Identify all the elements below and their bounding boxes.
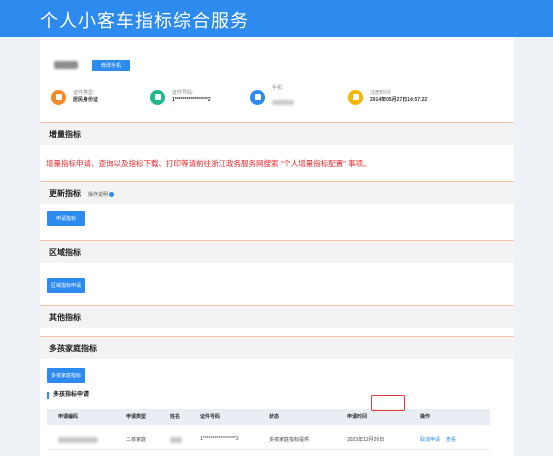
- section-multichild-title: 多孩家庭指标: [49, 344, 97, 353]
- col-header-type: 申请类型: [126, 414, 147, 420]
- info-id-number: 证件号码: 1*****************2: [150, 88, 211, 106]
- section-increment: 增量指标: [40, 122, 514, 145]
- col-header-id: 证件号码: [200, 414, 221, 420]
- id-number-label: 证件号码:: [172, 90, 194, 96]
- phone-icon: [250, 89, 265, 105]
- apply-regional-button[interactable]: 区域指标申请: [47, 278, 85, 293]
- info-phone: 手机:: [250, 84, 294, 106]
- id-type-label: 证件类型:: [73, 90, 95, 96]
- section-other: 其他指标: [40, 305, 514, 328]
- id-card-icon: [51, 89, 66, 105]
- id-type-value: 居民身份证: [73, 97, 99, 103]
- phone-value-redacted: [272, 99, 294, 105]
- section-increment-title: 增量指标: [49, 130, 81, 139]
- section-renewal-title: 更新指标: [49, 189, 81, 198]
- section-regional-title: 区域指标: [49, 248, 81, 257]
- phone-label: 手机:: [272, 84, 284, 91]
- register-time-value: 2014年05月27日14:57:22: [370, 97, 428, 103]
- top-header-bar: 个人小客车指标综合服务: [0, 0, 553, 37]
- main-card: 修改手机 证件类型: 居民身份证 证件号码: 1****************…: [40, 37, 514, 456]
- highlight-box: [371, 395, 405, 411]
- register-time-label: 注册时间:: [370, 90, 392, 96]
- user-name-redacted: [54, 61, 78, 69]
- page-title: 个人小客车指标综合服务: [40, 11, 249, 31]
- info-id-type: 证件类型: 居民身份证: [51, 88, 98, 106]
- id-number-value: 1*****************2: [172, 97, 211, 103]
- col-header-action: 操作: [420, 414, 431, 420]
- section-other-title: 其他指标: [49, 313, 81, 322]
- code-redacted: [58, 437, 98, 443]
- increment-notice: 增量指标申请、查询以及指标下载、打印等请前往浙江政务服务网搜索 "个人增量指标配…: [46, 159, 371, 168]
- cell-time: 2023年12月26日: [347, 437, 385, 443]
- multichild-button[interactable]: 多孩家庭指标: [47, 368, 85, 383]
- section-renewal: 更新指标 操作说明: [40, 181, 514, 204]
- table-title: 多孩指标申请: [47, 392, 89, 399]
- info-register-time: 注册时间: 2014年05月27日14:57:22: [348, 88, 427, 106]
- clock-icon: [348, 89, 363, 105]
- section-regional: 区域指标: [40, 240, 514, 263]
- cell-id-number: 1*****************2: [200, 436, 239, 442]
- table-header: 申请编码 申请类型 姓名 证件号码 状态 申请时间 操作: [47, 409, 490, 425]
- id-number-icon: [150, 89, 165, 105]
- table-row: 二孩家庭 1*****************2 多孩家庭指标提供 2023年1…: [47, 428, 490, 450]
- cell-status: 多孩家庭指标提供: [269, 437, 310, 443]
- section-multichild: 多孩家庭指标: [40, 336, 514, 359]
- cancel-application-link[interactable]: 取消申请: [420, 436, 440, 443]
- modify-phone-button[interactable]: 修改手机: [92, 60, 130, 71]
- col-header-code: 申请编码: [58, 414, 79, 420]
- col-header-status: 状态: [269, 414, 280, 420]
- cell-type: 二孩家庭: [126, 437, 147, 443]
- renewal-help-link[interactable]: 操作说明: [88, 191, 115, 198]
- col-header-time: 申请时间: [347, 414, 368, 420]
- col-header-name: 姓名: [170, 414, 181, 420]
- name-redacted: [170, 437, 182, 443]
- renewal-help-label: 操作说明: [88, 192, 109, 198]
- view-link[interactable]: 查看: [446, 436, 456, 443]
- help-icon: [109, 192, 115, 198]
- apply-renewal-button[interactable]: 申请指标: [47, 211, 85, 226]
